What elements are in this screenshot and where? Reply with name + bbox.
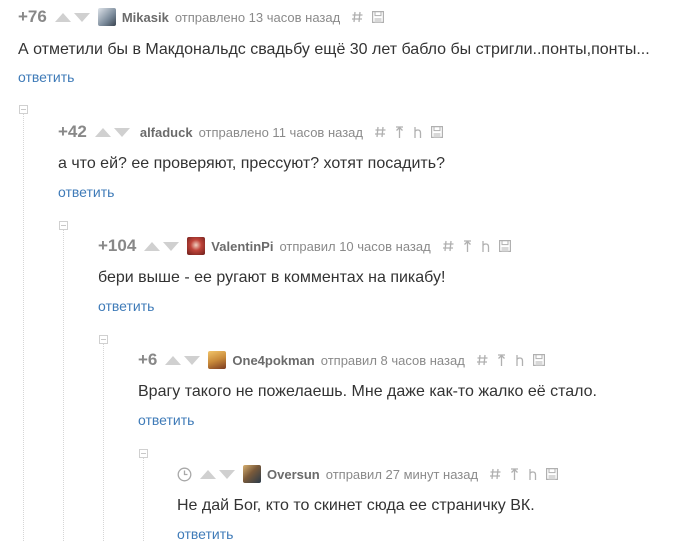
parent-comment-icon[interactable] <box>395 125 404 139</box>
vote-controls <box>54 12 93 22</box>
collapse-thread-button[interactable] <box>19 105 28 114</box>
comment-header: +42 alfaduck отправлено 11 часов назад <box>58 121 452 143</box>
downvote-icon[interactable] <box>73 12 90 22</box>
branch-icon[interactable] <box>413 126 422 139</box>
comment-actions <box>442 239 520 253</box>
save-icon[interactable] <box>430 126 443 138</box>
reply-link[interactable]: ответить <box>138 412 194 428</box>
downvote-icon[interactable] <box>163 241 180 251</box>
collapse-thread-button[interactable] <box>99 335 108 344</box>
comment-actions <box>374 125 452 139</box>
comment-header: +104 ValentinPi отправил 10 часов назад <box>98 235 520 257</box>
avatar[interactable] <box>208 351 227 369</box>
comment-header: Oversun отправил 27 минут назад <box>177 463 567 485</box>
hash-icon[interactable] <box>490 468 501 480</box>
timestamp[interactable]: отправил 27 минут назад <box>326 467 478 482</box>
author-name[interactable]: alfaduck <box>140 125 193 140</box>
author-name[interactable]: ValentinPi <box>211 239 273 254</box>
comment-text: А отметили бы в Макдональдс свадьбу ещё … <box>18 41 650 58</box>
author-name[interactable]: Mikasik <box>122 10 169 25</box>
rating: +6 <box>138 350 158 369</box>
save-icon[interactable] <box>532 354 545 366</box>
collapse-thread-button[interactable] <box>139 449 148 458</box>
comment-actions <box>476 353 554 367</box>
avatar[interactable] <box>187 237 206 255</box>
comment-header: +6 One4pokman отправил 8 часов назад <box>138 349 554 371</box>
upvote-icon[interactable] <box>144 241 161 251</box>
save-icon[interactable] <box>546 468 559 480</box>
parent-comment-icon[interactable] <box>497 353 506 367</box>
comment-header: +76 Mikasik отправлено 13 часов назад <box>18 6 393 28</box>
branch-icon[interactable] <box>515 354 524 367</box>
parent-comment-icon[interactable] <box>510 467 519 481</box>
vote-controls <box>200 469 238 479</box>
reply-link[interactable]: ответить <box>18 69 74 85</box>
clock-icon <box>177 467 192 481</box>
upvote-icon[interactable] <box>200 469 216 479</box>
author-name[interactable]: One4pokman <box>232 353 314 368</box>
reply-link[interactable]: ответить <box>177 526 233 542</box>
thread-line <box>143 458 144 541</box>
rating: +42 <box>58 122 87 141</box>
upvote-icon[interactable] <box>165 355 182 365</box>
thread-line <box>23 114 24 541</box>
vote-controls <box>94 127 133 137</box>
rating: +104 <box>98 236 137 255</box>
upvote-icon[interactable] <box>54 12 71 22</box>
timestamp[interactable]: отправлено 11 часов назад <box>199 125 363 140</box>
thread-line <box>103 343 104 541</box>
save-icon[interactable] <box>372 11 385 23</box>
avatar[interactable] <box>243 465 261 483</box>
reply-link[interactable]: ответить <box>58 184 114 200</box>
vote-controls <box>165 355 203 365</box>
comment-text: Не дай Бог, кто то скинет сюда ее страни… <box>177 497 535 514</box>
branch-icon[interactable] <box>481 240 490 253</box>
hash-icon[interactable] <box>374 126 386 138</box>
author-name[interactable]: Oversun <box>267 467 320 482</box>
downvote-icon[interactable] <box>219 469 235 479</box>
hash-icon[interactable] <box>352 11 363 23</box>
thread-line <box>63 230 64 541</box>
hash-icon[interactable] <box>476 354 488 366</box>
reply-link[interactable]: ответить <box>98 298 154 314</box>
comment-text: бери выше - ее ругают в комментах на пик… <box>98 269 446 286</box>
avatar[interactable] <box>97 8 116 26</box>
collapse-thread-button[interactable] <box>59 221 68 230</box>
rating: +76 <box>18 7 47 26</box>
comment-text: а что ей? ее проверяют, прессуют? хотят … <box>58 155 445 172</box>
timestamp[interactable]: отправил 8 часов назад <box>321 353 465 368</box>
save-icon[interactable] <box>498 240 511 252</box>
timestamp[interactable]: отправил 10 часов назад <box>279 239 430 254</box>
hash-icon[interactable] <box>442 240 454 252</box>
downvote-icon[interactable] <box>113 127 130 137</box>
downvote-icon[interactable] <box>184 355 201 365</box>
comment-text: Врагу такого не пожелаешь. Мне даже как-… <box>138 383 597 400</box>
comment-actions <box>490 467 567 481</box>
vote-controls <box>144 241 182 251</box>
timestamp[interactable]: отправлено 13 часов назад <box>175 10 340 25</box>
upvote-icon[interactable] <box>94 127 111 137</box>
parent-comment-icon[interactable] <box>463 239 472 253</box>
branch-icon[interactable] <box>528 468 537 481</box>
comment-actions <box>352 11 393 23</box>
